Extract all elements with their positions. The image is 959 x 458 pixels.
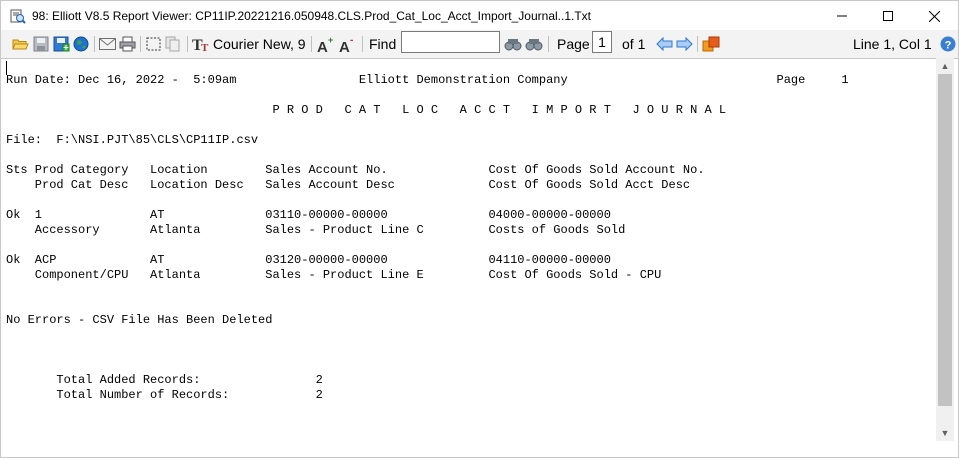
svg-text:T: T [201, 42, 209, 52]
arrow-right-icon[interactable] [675, 35, 693, 53]
select-all-icon[interactable] [144, 35, 162, 53]
find-input[interactable] [401, 31, 500, 53]
svg-text:A: A [317, 39, 328, 53]
font-larger-icon[interactable]: A + [317, 35, 335, 53]
save-as-icon[interactable] [52, 35, 70, 53]
report-line [6, 283, 849, 298]
find-label: Find [369, 36, 397, 52]
minimize-icon [837, 15, 847, 17]
globe-icon[interactable] [72, 35, 90, 53]
report-line [6, 193, 849, 208]
report-line [6, 343, 849, 358]
toolbar-separator [697, 36, 698, 52]
report-line: P R O D C A T L O C A C C T I M P O R T … [6, 103, 727, 117]
report-viewer-icon[interactable] [10, 9, 26, 24]
save-icon[interactable] [32, 35, 50, 53]
scroll-up-button[interactable]: ▲ [936, 58, 954, 74]
help-icon[interactable]: ? [939, 35, 957, 53]
toolbar-separator [140, 36, 141, 52]
find-next-icon[interactable] [525, 35, 543, 53]
page-total: of 1 [622, 36, 646, 52]
title-bar: 98: Elliott V8.5 Report Viewer: CP11IP.2… [0, 0, 959, 30]
arrow-left-icon[interactable] [655, 35, 673, 53]
font-name-label[interactable]: Courier New, 9 [213, 36, 306, 52]
maximize-icon [883, 11, 893, 21]
svg-text:+: + [328, 36, 333, 45]
report-line: Run Date: Dec 16, 2022 - 5:09am Elliott … [6, 73, 849, 87]
font-icon[interactable]: TT [192, 35, 210, 53]
report-line: Ok ACP AT 03120-00000-00000 04110-00000-… [6, 253, 611, 267]
report-line [6, 118, 849, 133]
report-line [6, 328, 849, 343]
page-label: Page [557, 36, 590, 52]
chevron-up-icon: ▲ [940, 61, 950, 71]
export-icon[interactable] [702, 35, 720, 53]
report-line [6, 148, 849, 163]
close-icon [928, 10, 940, 22]
report-line: File: F:\NSI.PJT\85\CLS\CP11IP.csv [6, 133, 259, 147]
folder-open-icon[interactable] [11, 35, 29, 53]
scroll-down-button[interactable]: ▼ [936, 425, 954, 441]
minimize-button[interactable] [819, 1, 865, 31]
printer-icon[interactable] [118, 35, 136, 53]
report-line: Total Added Records: 2 [6, 373, 323, 387]
report-line [6, 88, 849, 103]
maximize-button[interactable] [865, 1, 911, 31]
svg-text:A: A [339, 39, 350, 53]
toolbar-separator [94, 36, 95, 52]
report-line: Ok 1 AT 03110-00000-00000 04000-00000-00… [6, 208, 611, 222]
toolbar-separator [548, 36, 549, 52]
svg-text:?: ? [945, 40, 952, 52]
vertical-scrollbar[interactable]: ▲ ▼ [936, 58, 954, 441]
toolbar-separator [311, 36, 312, 52]
close-button[interactable] [911, 1, 957, 31]
report-line [6, 358, 849, 373]
report-viewer[interactable]: Run Date: Dec 16, 2022 - 5:09am Elliott … [0, 58, 959, 458]
font-smaller-icon[interactable]: A- [339, 35, 357, 53]
report-line: Sts Prod Category Location Sales Account… [6, 163, 705, 177]
email-icon[interactable] [98, 35, 116, 53]
copy-icon[interactable] [164, 35, 182, 53]
chevron-down-icon: ▼ [940, 428, 950, 438]
window-title: 98: Elliott V8.5 Report Viewer: CP11IP.2… [32, 9, 592, 23]
svg-text:-: - [350, 36, 353, 46]
report-line: Total Number of Records: 2 [6, 388, 323, 402]
report-line: Accessory Atlanta Sales - Product Line C… [6, 223, 626, 237]
report-line [6, 298, 849, 313]
report-line: Component/CPU Atlanta Sales - Product Li… [6, 268, 662, 282]
report-text[interactable]: Run Date: Dec 16, 2022 - 5:09am Elliott … [6, 73, 849, 403]
report-line: Prod Cat Desc Location Desc Sales Accoun… [6, 178, 691, 192]
scroll-thumb[interactable] [938, 74, 952, 406]
toolbar-separator [362, 36, 363, 52]
find-previous-icon[interactable] [504, 35, 522, 53]
cursor-position-status: Line 1, Col 1 [853, 36, 932, 52]
toolbar-separator [187, 36, 188, 52]
report-line: No Errors - CSV File Has Been Deleted [6, 313, 273, 327]
page-number-input[interactable] [592, 31, 612, 53]
report-line [6, 238, 849, 253]
